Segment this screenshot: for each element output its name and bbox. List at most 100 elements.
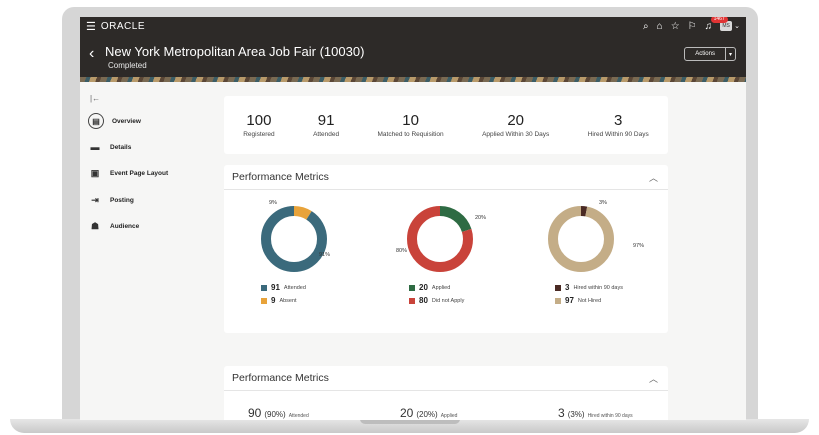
- page-header: ‹ New York Metropolitan Area Job Fair (1…: [80, 35, 746, 77]
- legend-item: 20 Applied: [409, 283, 464, 292]
- details-icon: ▬: [90, 142, 100, 152]
- section-title: Performance Metrics: [232, 171, 329, 183]
- donut-svg: [548, 206, 614, 272]
- stat-value: 20: [507, 112, 524, 129]
- flag-icon[interactable]: ⚐: [688, 21, 697, 32]
- metric-pct: (20%): [416, 410, 438, 419]
- stat-label: Matched to Requisition: [377, 131, 444, 138]
- sidebar-item-label: Audience: [110, 222, 140, 230]
- metric-value: 90: [248, 406, 262, 420]
- performance-metrics-card: Performance Metrics ︿ 9% 91% 91 Attended…: [224, 165, 668, 333]
- legend-item: 97 Not Hired: [555, 296, 623, 305]
- notification-badge: 1467: [710, 17, 728, 23]
- audience-icon: ☗: [90, 220, 100, 231]
- legend-item: 91 Attended: [261, 283, 306, 292]
- donut-slice-not-hired: [548, 206, 614, 272]
- metric-pct: (90%): [264, 410, 286, 419]
- metric-label: Attended: [288, 413, 309, 419]
- divider: [224, 189, 668, 190]
- stat-value: 91: [317, 112, 335, 129]
- legend-item: 80 Did not Apply: [409, 296, 464, 305]
- back-chevron-icon[interactable]: ‹: [89, 45, 94, 63]
- legend-value: 9: [271, 296, 276, 305]
- legend-swatch: [409, 297, 415, 304]
- sidebar-item-details[interactable]: ▬ Details: [88, 140, 132, 154]
- stat-label: Attended: [313, 131, 340, 138]
- stat-label: Registered: [243, 131, 275, 138]
- legend-label: Did not Apply: [431, 297, 465, 304]
- metric-hired: 3 (3%) Hired within 90 days: [558, 406, 633, 420]
- stat-hired: 3 Hired Within 90 Days: [588, 112, 649, 138]
- stat-value: 3: [614, 112, 623, 129]
- section-title: Performance Metrics: [232, 372, 329, 384]
- legend-label: Not Hired: [577, 297, 602, 304]
- pct-label: 80%: [396, 248, 408, 254]
- legend-item: 9 Absent: [261, 296, 306, 305]
- actions-button[interactable]: Actions: [685, 48, 725, 60]
- legend-swatch: [555, 297, 561, 304]
- sidebar-item-audience[interactable]: ☗ Audience: [88, 219, 139, 233]
- pct-label: 20%: [475, 215, 487, 221]
- pct-label: 9%: [269, 200, 277, 206]
- donut-chart-hired: 3% 97% 3 Hired within 90 days 97 Not Hir…: [529, 197, 669, 327]
- home-icon[interactable]: ⌂: [657, 21, 663, 32]
- donut-chart-attendance: 9% 91% 91 Attended 9 Absent: [242, 197, 382, 327]
- legend-value: 20: [419, 283, 428, 292]
- posting-icon: ⇥: [91, 194, 99, 205]
- metric-applied: 20 (20%) Applied: [400, 406, 457, 420]
- stat-matched: 10 Matched to Requisition: [378, 112, 444, 138]
- sidebar-item-overview[interactable]: ▤ Overview: [88, 113, 141, 129]
- donut-chart-applied: 20% 80% 20 Applied 80 Did not Apply: [388, 197, 528, 327]
- legend-label: Absent: [279, 297, 297, 304]
- user-avatar[interactable]: MS: [720, 21, 733, 31]
- search-icon[interactable]: ⌕: [643, 21, 649, 32]
- chart-legend: 3 Hired within 90 days 97 Not Hired: [555, 283, 623, 309]
- page-title: New York Metropolitan Area Job Fair (100…: [105, 44, 365, 59]
- performance-metrics-card-2: Performance Metrics ︿ 90 (90%) Attended …: [224, 366, 668, 420]
- event-status: Completed: [108, 61, 147, 70]
- pct-label: 97%: [633, 243, 645, 249]
- notifications-bell-icon[interactable]: ♫ 1467: [705, 17, 728, 32]
- metric-attended: 90 (90%) Attended: [248, 406, 309, 420]
- pct-label: 91%: [319, 252, 331, 258]
- legend-label: Hired within 90 days: [573, 284, 623, 291]
- chart-legend: 20 Applied 80 Did not Apply: [409, 283, 464, 309]
- stat-value: 100: [246, 112, 272, 129]
- stat-label: Hired Within 90 Days: [587, 131, 649, 138]
- sidebar-item-label: Event Page Layout: [110, 169, 169, 177]
- legend-swatch: [409, 284, 415, 291]
- chevron-down-icon[interactable]: ⌄: [734, 22, 740, 30]
- legend-item: 3 Hired within 90 days: [555, 283, 623, 292]
- pct-label: 3%: [599, 200, 607, 206]
- brand-logo: ORACLE: [100, 20, 145, 32]
- legend-swatch: [261, 297, 267, 304]
- sidebar-item-label: Posting: [110, 196, 134, 204]
- sidebar-item-posting[interactable]: ⇥ Posting: [88, 193, 134, 207]
- layout-icon: ▣: [90, 167, 100, 178]
- sidebar-item-label: Overview: [112, 117, 141, 125]
- chart-legend: 91 Attended 9 Absent: [261, 283, 306, 309]
- donut-slice-attended: [261, 206, 327, 272]
- metric-value: 3: [558, 406, 565, 420]
- top-bar: ☰ ORACLE ⌕ ⌂ ☆ ⚐ ♫ 1467 MS ⌄: [80, 17, 746, 35]
- favorites-star-icon[interactable]: ☆: [671, 21, 680, 32]
- divider: [224, 390, 668, 391]
- stat-applied: 20 Applied Within 30 Days: [482, 112, 549, 138]
- legend-label: Attended: [283, 284, 306, 291]
- actions-menu[interactable]: Actions ▾: [684, 47, 736, 61]
- chevron-up-icon[interactable]: ︿: [649, 171, 658, 184]
- sidebar-item-event-page-layout[interactable]: ▣ Event Page Layout: [88, 166, 168, 180]
- hamburger-menu-icon[interactable]: ☰: [86, 20, 96, 33]
- legend-swatch: [555, 284, 561, 291]
- legend-value: 80: [419, 296, 428, 305]
- stat-label: Applied Within 30 Days: [482, 131, 550, 138]
- chevron-down-icon[interactable]: ▾: [724, 48, 735, 60]
- collapse-sidebar-icon[interactable]: |←: [90, 94, 100, 103]
- stat-registered: 100 Registered: [243, 112, 274, 138]
- donut-svg: [407, 206, 473, 272]
- chevron-up-icon[interactable]: ︿: [649, 372, 658, 385]
- metric-label: Applied: [440, 413, 458, 419]
- sidebar-item-label: Details: [110, 143, 132, 151]
- donut-svg: [261, 206, 327, 272]
- metric-pct: (3%): [567, 410, 585, 419]
